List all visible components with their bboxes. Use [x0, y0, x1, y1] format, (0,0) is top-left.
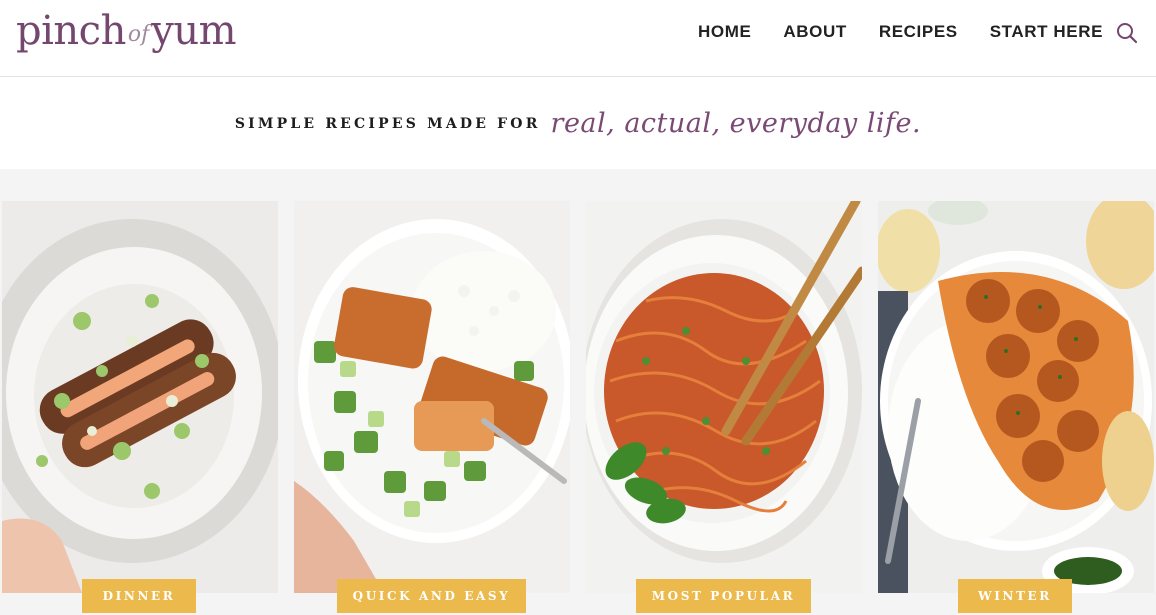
nav-recipes[interactable]: RECIPES: [879, 22, 958, 42]
logo-word-yum: yum: [151, 8, 237, 54]
card-dinner-image[interactable]: [2, 201, 278, 593]
main-nav: HOME ABOUT RECIPES START HERE: [698, 22, 1135, 42]
badge-quick-and-easy[interactable]: QUICK AND EASY: [337, 579, 526, 613]
site-logo[interactable]: pinch of yum: [16, 0, 237, 62]
tagline-caps: SIMPLE RECIPES MADE FOR: [234, 116, 541, 132]
nav-home[interactable]: HOME: [698, 22, 751, 42]
badge-most-popular[interactable]: MOST POPULAR: [636, 579, 811, 613]
badge-dinner[interactable]: DINNER: [82, 579, 196, 613]
tagline: SIMPLE RECIPES MADE FOR real, actual, ev…: [0, 77, 1156, 169]
tagline-script: real, actual, everyday life.: [550, 107, 922, 139]
search-icon[interactable]: [1116, 22, 1138, 44]
logo-word-of: of: [127, 21, 150, 47]
logo-word-pinch: pinch: [16, 8, 126, 54]
card-quick-and-easy-image[interactable]: [294, 201, 570, 593]
site-header: pinch of yum HOME ABOUT RECIPES START HE…: [0, 0, 1156, 77]
card-most-popular-image[interactable]: [586, 201, 862, 593]
nav-about[interactable]: ABOUT: [783, 22, 846, 42]
card-winter-image[interactable]: [878, 201, 1154, 593]
nav-start-here[interactable]: START HERE: [990, 22, 1103, 42]
badge-winter[interactable]: WINTER: [958, 579, 1072, 613]
